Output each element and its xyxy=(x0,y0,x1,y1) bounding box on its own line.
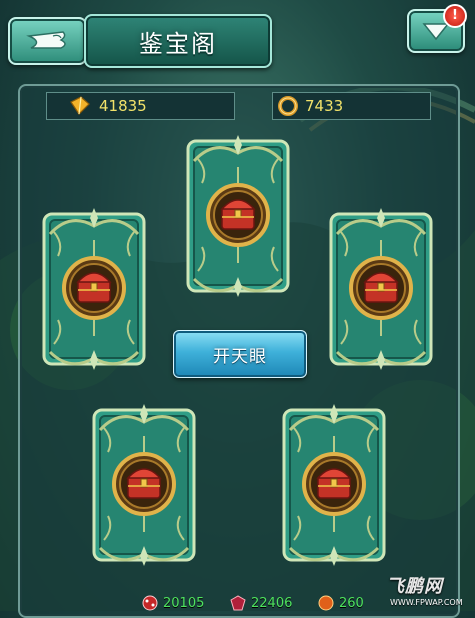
resource-red-gem: 20105 xyxy=(140,595,204,611)
back-button[interactable] xyxy=(8,17,87,65)
alert-badge: ! xyxy=(443,4,467,28)
treasure-card-left[interactable] xyxy=(40,204,148,372)
watermark-url: WWW.FPWAP.COM xyxy=(390,598,463,607)
treasure-chest-icon xyxy=(327,204,435,372)
title-plate: 鉴宝阁 xyxy=(84,14,272,68)
treasure-chest-icon xyxy=(184,131,292,299)
ruby-amount: 22406 xyxy=(251,595,293,611)
ruby-icon xyxy=(230,595,246,611)
gold-currency-box: 41835 xyxy=(46,92,235,120)
resource-ruby: 22406 xyxy=(228,595,292,611)
open-heaven-eye-button[interactable]: 开天眼 xyxy=(173,330,307,378)
treasure-card-bottom-right[interactable] xyxy=(280,400,388,568)
treasure-chest-icon xyxy=(280,400,388,568)
watermark-logo: 飞鹏网 xyxy=(386,576,443,597)
red-gem-icon xyxy=(142,595,158,611)
treasure-card-top-center[interactable] xyxy=(184,131,292,299)
red-gem-amount: 20105 xyxy=(163,595,205,611)
jade-amount: 7433 xyxy=(305,97,344,115)
orange-orb-amount: 260 xyxy=(339,595,364,611)
jade-ring-icon xyxy=(278,96,298,116)
open-heaven-eye-label: 开天眼 xyxy=(213,346,267,367)
treasure-card-right[interactable] xyxy=(327,204,435,372)
jade-currency-box: 7433 xyxy=(272,92,431,120)
treasure-card-bottom-left[interactable] xyxy=(90,400,198,568)
orange-orb-icon xyxy=(318,595,334,611)
top-bar: 鉴宝阁 ! xyxy=(0,0,475,70)
gold-amount: 41835 xyxy=(99,97,147,115)
treasure-chest-icon xyxy=(90,400,198,568)
treasure-chest-icon xyxy=(40,204,148,372)
back-arrow-icon xyxy=(25,31,66,49)
page-title: 鉴宝阁 xyxy=(139,29,217,58)
gold-ingot-icon xyxy=(70,96,90,115)
resource-orange-orb: 260 xyxy=(316,595,364,611)
